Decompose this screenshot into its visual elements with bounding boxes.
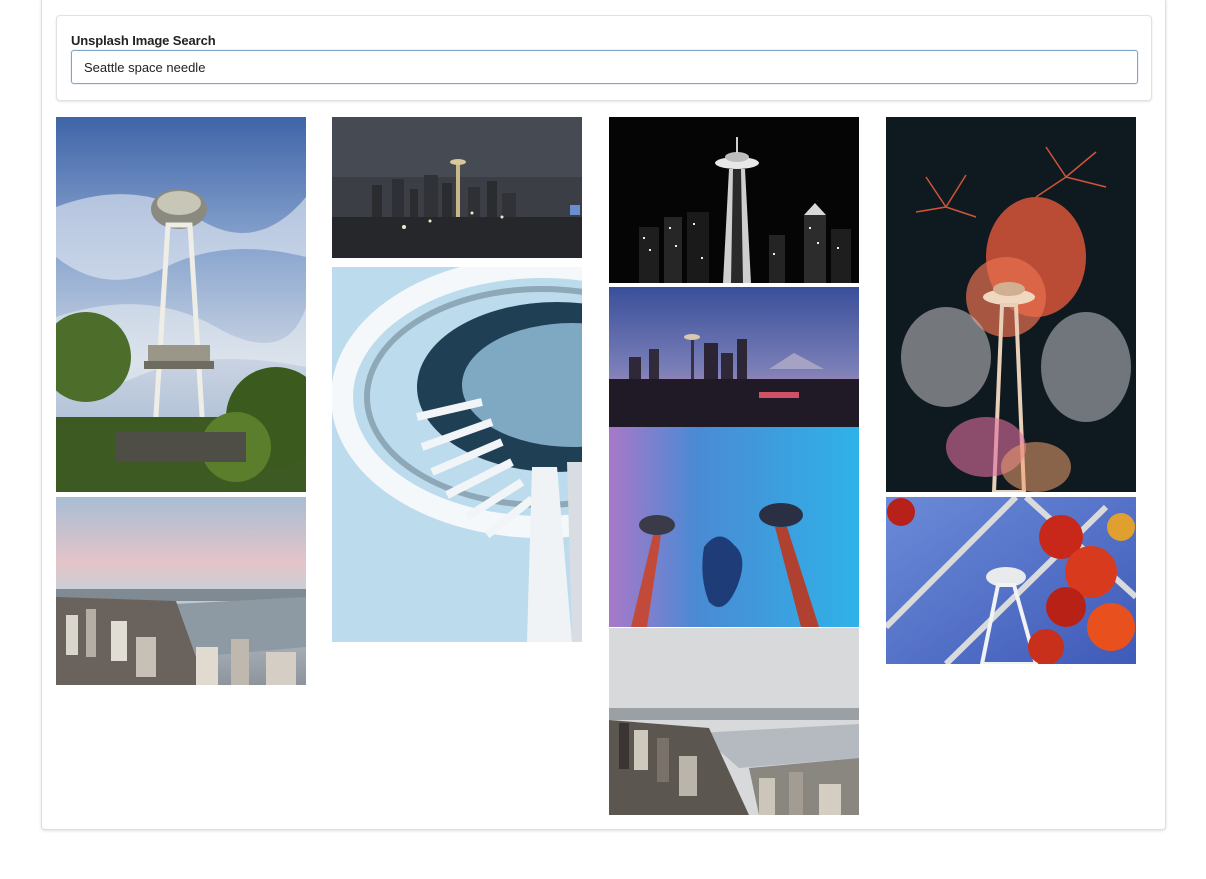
space-needle-reflection-image [609,427,859,627]
seattle-waterfront-photo-image [56,497,306,685]
space-needle-photo-image [56,117,306,492]
space-needle-night-image [609,117,859,283]
search-label: Unsplash Image Search [71,33,216,48]
space-needle-fireworks-image [886,117,1136,492]
result-photo-8[interactable] [609,628,859,815]
space-needle-saucer-image [332,267,582,642]
search-card: Unsplash Image Search [56,15,1152,101]
result-photo-6[interactable] [609,287,859,427]
seattle-night-skyline-image [332,117,582,258]
result-photo-5[interactable] [609,117,859,283]
result-photo-3[interactable] [332,117,582,258]
search-input[interactable] [71,50,1138,84]
result-photo-10[interactable] [886,497,1136,664]
result-photo-1[interactable] [56,117,306,492]
result-photo-7[interactable] [609,427,859,627]
seattle-aerial-image [609,628,859,815]
result-photo-9[interactable] [886,117,1136,492]
seattle-twilight-skyline-image [609,287,859,427]
space-needle-glass-image [886,497,1136,664]
result-photo-4[interactable] [332,267,582,642]
result-photo-2[interactable] [56,497,306,685]
